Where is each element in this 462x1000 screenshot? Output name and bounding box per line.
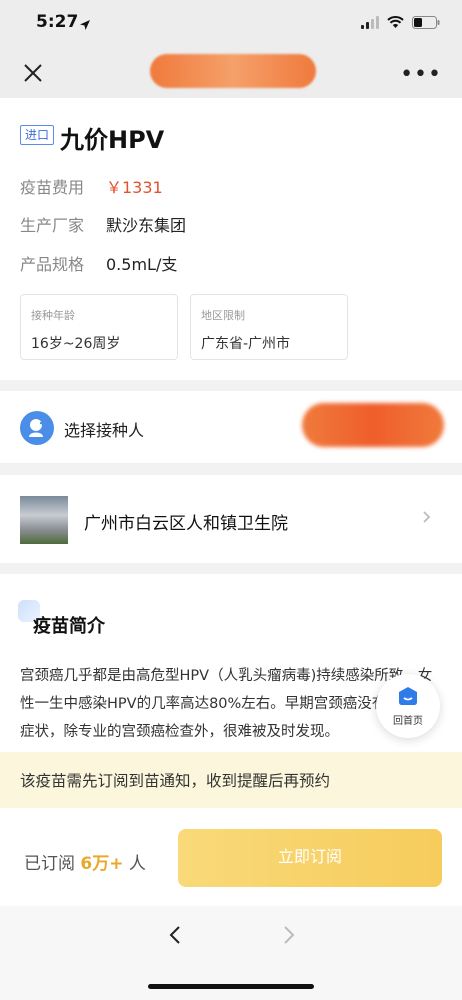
notice-bar: 该疫苗需先订阅到苗通知，收到提醒后再预约: [0, 752, 462, 808]
vaccine-info-card: 进口 九价HPV 疫苗费用 ￥1331 生产厂家 默沙东集团 产品规格 0.5mL/支…: [0, 98, 462, 380]
age-label: 接种年龄: [31, 309, 75, 322]
import-tag: 进口: [20, 125, 55, 145]
fee-row: 疫苗费用 ￥1331: [20, 174, 163, 198]
nav-bar: •••: [0, 48, 462, 98]
home-button-label: 回首页: [393, 716, 423, 727]
region-box: 地区限制 广东省-广州市: [190, 294, 348, 360]
age-box: 接种年龄 16岁~26周岁: [20, 294, 178, 360]
maker-row: 生产厂家 默沙东集团: [20, 212, 186, 236]
subscribed-number: 6万+: [80, 854, 124, 874]
more-icon[interactable]: •••: [400, 62, 442, 87]
signal-icon: [361, 16, 379, 29]
age-value: 16岁~26周岁: [31, 336, 121, 352]
status-bar: 5:27: [0, 0, 462, 48]
hospital-image: [20, 496, 68, 544]
recipient-label: 选择接种人: [64, 421, 145, 440]
region-label: 地区限制: [201, 309, 245, 322]
wifi-icon: [387, 16, 404, 29]
status-time: 5:27: [36, 12, 79, 32]
location-arrow-icon: [79, 16, 91, 35]
home-icon: [398, 686, 418, 706]
battery-icon: [412, 16, 440, 29]
forward-icon[interactable]: [278, 924, 298, 946]
fee-label: 疫苗费用: [20, 178, 85, 197]
subscribed-prefix: 已订阅: [24, 854, 75, 874]
recipient-redacted: [302, 403, 444, 447]
action-bar: 已订阅 6万+ 人 立即订阅: [0, 808, 462, 906]
chevron-right-icon: [422, 509, 432, 528]
spec-row: 产品规格 0.5mL/支: [20, 251, 177, 275]
spec-value: 0.5mL/支: [106, 255, 178, 274]
region-value: 广东省-广州市: [201, 336, 291, 352]
subscribed-suffix: 人: [128, 854, 146, 874]
status-icons: [361, 16, 440, 29]
page-title-redacted: [150, 54, 316, 88]
browser-toolbar: [0, 906, 462, 1000]
maker-label: 生产厂家: [20, 216, 85, 235]
fee-value: ￥1331: [106, 178, 163, 197]
close-icon[interactable]: [20, 60, 46, 86]
back-icon[interactable]: [166, 924, 186, 946]
person-icon: [20, 411, 54, 445]
maker-value: 默沙东集团: [106, 216, 187, 235]
intro-title: 疫苗简介: [33, 616, 105, 637]
vaccine-name: 九价HPV: [60, 126, 165, 154]
spec-label: 产品规格: [20, 255, 85, 274]
select-recipient-row[interactable]: 选择接种人: [0, 391, 462, 463]
home-button[interactable]: 回首页: [376, 674, 440, 738]
hospital-row[interactable]: 广州市白云区人和镇卫生院: [0, 475, 462, 563]
notice-text: 该疫苗需先订阅到苗通知，收到提醒后再预约: [20, 772, 331, 790]
hospital-name: 广州市白云区人和镇卫生院: [84, 514, 288, 534]
subscribed-count: 已订阅 6万+ 人: [24, 849, 146, 874]
home-indicator: [148, 984, 314, 989]
subscribe-button[interactable]: 立即订阅: [178, 829, 442, 887]
